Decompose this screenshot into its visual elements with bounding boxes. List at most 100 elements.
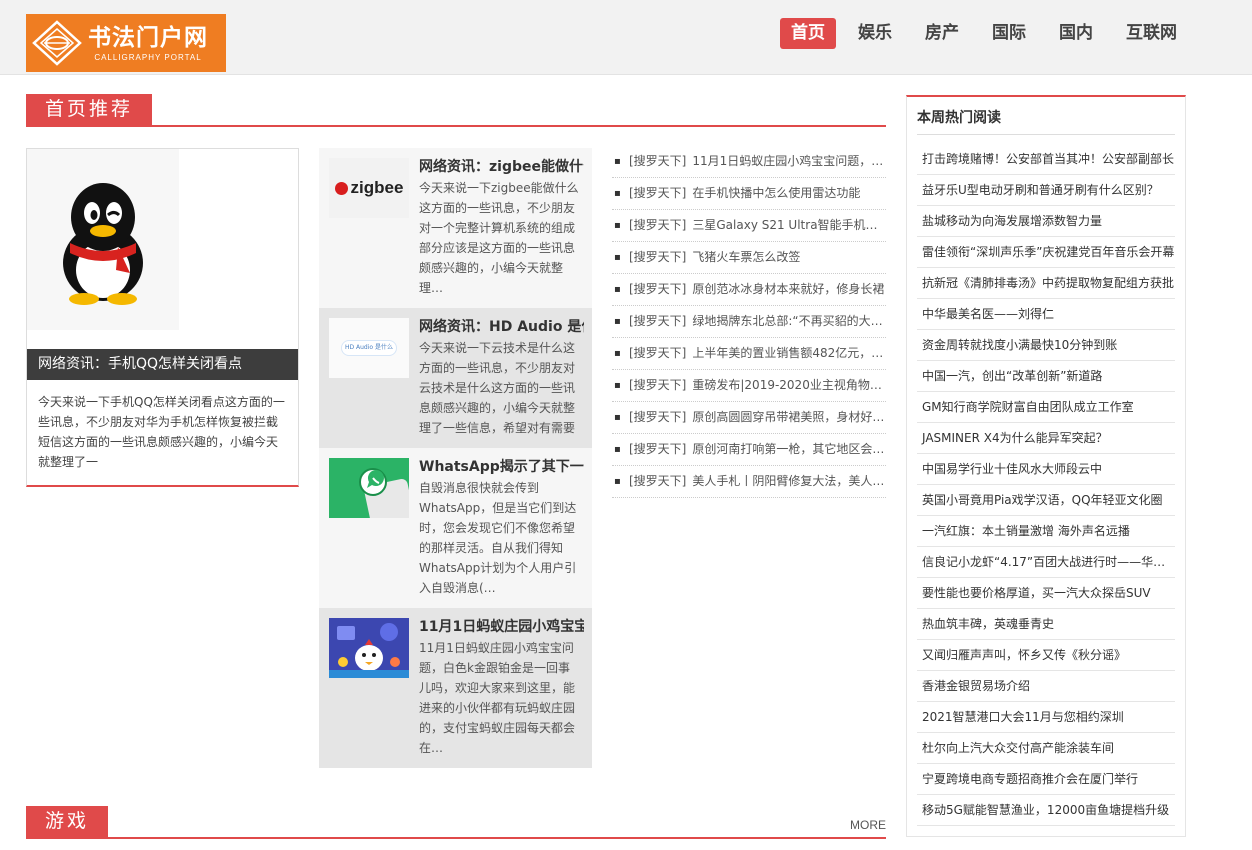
logo-emblem-icon: [28, 16, 86, 70]
hot-reading-item[interactable]: 热血筑丰碑，英魂垂青史: [917, 609, 1175, 640]
hot-reading-item[interactable]: 一汽红旗：本土销量激增 海外声名远播: [917, 516, 1175, 547]
bullet-icon: ▪: [614, 252, 621, 263]
link-text: 绿地揭牌东北总部:“不再买貂的大东北”: [692, 314, 886, 328]
news-item-desc: 今天来说一下云技术是什么这方面的一些讯息，不少朋友对云技术是什么这方面的一些讯息…: [419, 341, 576, 435]
zigbee-logo-text: zigbee: [350, 178, 404, 197]
news-item-title[interactable]: WhatsApp揭示了其下一个: [419, 458, 584, 476]
nav-item-home[interactable]: 首页: [780, 18, 836, 49]
headline-link[interactable]: ▪ [搜罗天下] 绿地揭牌东北总部:“不再买貂的大东北”: [612, 306, 886, 338]
news-item-title[interactable]: 网络资讯：zigbee能做什么: [419, 158, 584, 176]
link-text: 飞猪火车票怎么改签: [692, 250, 801, 264]
hot-reading-item[interactable]: 英国小哥竟用Pia戏学汉语，QQ年轻亚文化圈: [917, 485, 1175, 516]
link-text: 三星Galaxy S21 Ultra智能手机曝光: [692, 218, 886, 232]
hot-reading-item[interactable]: 益牙乐U型电动牙刷和普通牙刷有什么区别？: [917, 175, 1175, 206]
hot-reading-item[interactable]: 又闻归雁声声叫，怀乡又传《秋分谣》: [917, 640, 1175, 671]
headline-link[interactable]: ▪ [搜罗天下] 在手机快播中怎么使用雷达功能: [612, 178, 886, 210]
news-item-desc: 11月1日蚂蚁庄园小鸡宝宝问题，白色k金跟铂金是一回事儿吗，欢迎大家来到这里，能…: [419, 641, 576, 755]
link-text: 原创范冰冰身材本来就好，修身长裙: [692, 282, 885, 296]
site-logo[interactable]: 书法门户网 CALLIGRAPHY PORTAL: [26, 14, 226, 72]
hot-reading-item[interactable]: 盐城移动为向海发展增添数智力量: [917, 206, 1175, 237]
nav-item-international[interactable]: 国际: [981, 18, 1037, 49]
recommend-section-title: 首页推荐: [26, 94, 153, 125]
link-tag: [搜罗天下]: [629, 250, 687, 264]
whatsapp-thumbnail[interactable]: [329, 458, 409, 518]
headline-link[interactable]: ▪ [搜罗天下] 原创河南打响第一枪，其它地区会跟进吗: [612, 434, 886, 466]
news-item-title[interactable]: 网络资讯：HD Audio 是什么: [419, 318, 584, 336]
hd-audio-thumbnail[interactable]: HD Audio 是什么: [329, 318, 409, 378]
ant-farm-thumbnail[interactable]: [329, 618, 409, 678]
link-text: 原创河南打响第一枪，其它地区会跟进吗: [692, 442, 886, 456]
hot-reading-item[interactable]: 中国一汽，创出“改革创新”新道路: [917, 361, 1175, 392]
main-nav: 首页 娱乐 房产 国际 国内 互联网: [769, 18, 1188, 49]
hot-reading-item[interactable]: 中华最美名医——刘得仁: [917, 299, 1175, 330]
headline-link[interactable]: ▪ [搜罗天下] 美人手札丨阴阳臂修复大法，美人必备: [612, 466, 886, 498]
link-tag: [搜罗天下]: [629, 218, 687, 232]
hot-reading-item[interactable]: 香港金银贸易场介绍: [917, 671, 1175, 702]
featured-article[interactable]: 网络资讯：手机QQ怎样关闭看点 今天来说一下手机QQ怎样关闭看点这方面的一些讯息…: [26, 148, 299, 487]
hot-reading-item[interactable]: 移动5G赋能智慧渔业，12000亩鱼塘提档升级: [917, 795, 1175, 826]
hot-reading-item[interactable]: GM知行商学院财富自由团队成立工作室: [917, 392, 1175, 423]
games-more-link[interactable]: MORE: [850, 818, 886, 832]
games-section-title: 游戏: [26, 806, 109, 837]
nav-item-internet[interactable]: 互联网: [1115, 18, 1188, 49]
link-text: 在手机快播中怎么使用雷达功能: [692, 186, 861, 200]
news-item[interactable]: HD Audio 是什么 网络资讯：HD Audio 是什么 今天来说一下云技术…: [319, 308, 592, 468]
news-item-title[interactable]: 11月1日蚂蚁庄园小鸡宝宝: [419, 618, 584, 636]
hot-reading-list: 打击跨境赌博！公安部首当其冲！公安部副部长 益牙乐U型电动牙刷和普通牙刷有什么区…: [917, 144, 1175, 826]
hd-audio-label: HD Audio 是什么: [341, 340, 397, 356]
qq-penguin-image[interactable]: [27, 149, 179, 330]
link-tag: [搜罗天下]: [629, 410, 687, 424]
hot-reading-item[interactable]: 打击跨境赌博！公安部首当其冲！公安部副部长: [917, 144, 1175, 175]
headline-link[interactable]: ▪ [搜罗天下] 原创范冰冰身材本来就好，修身长裙: [612, 274, 886, 306]
link-tag: [搜罗天下]: [629, 154, 687, 168]
link-tag: [搜罗天下]: [629, 186, 687, 200]
hot-reading-item[interactable]: 雷佳领衔“深圳声乐季”庆祝建党百年音乐会开幕: [917, 237, 1175, 268]
featured-article-title[interactable]: 网络资讯：手机QQ怎样关闭看点: [27, 349, 298, 380]
recommend-section-header: 首页推荐: [26, 94, 886, 127]
logo-subtitle: CALLIGRAPHY PORTAL: [94, 52, 202, 62]
bullet-icon: ▪: [614, 380, 621, 391]
link-tag: [搜罗天下]: [629, 282, 687, 296]
hot-reading-item[interactable]: 信良记小龙虾“4.17”百团大战进行时——华东站: [917, 547, 1175, 578]
headline-link[interactable]: ▪ [搜罗天下] 11月1日蚂蚁庄园小鸡宝宝问题，白色k金跟铂金是一回事儿吗: [612, 146, 886, 178]
bullet-icon: ▪: [614, 348, 621, 359]
bullet-icon: ▪: [614, 316, 621, 327]
nav-item-entertainment[interactable]: 娱乐: [847, 18, 903, 49]
link-text: 原创高圆圆穿吊带裙美照，身材好到爆: [692, 410, 886, 424]
hot-reading-item[interactable]: 资金周转就找度小满最快10分钟到账: [917, 330, 1175, 361]
logo-title: 书法门户网: [88, 23, 208, 51]
headline-link[interactable]: ▪ [搜罗天下] 上半年美的置业销售额482亿元，同比增长: [612, 338, 886, 370]
hot-reading-item[interactable]: 要性能也要价格厚道，买一汽大众探岳SUV: [917, 578, 1175, 609]
link-text: 美人手札丨阴阳臂修复大法，美人必备: [692, 474, 886, 488]
headline-link[interactable]: ▪ [搜罗天下] 原创高圆圆穿吊带裙美照，身材好到爆: [612, 402, 886, 434]
news-item[interactable]: zigbee 网络资讯：zigbee能做什么 今天来说一下zigbee能做什么这…: [319, 148, 592, 308]
link-tag: [搜罗天下]: [629, 314, 687, 328]
news-item[interactable]: WhatsApp揭示了其下一个 自毁消息很快就会传到WhatsApp，但是当它们…: [319, 448, 592, 608]
sidebar-title: 本周热门阅读: [917, 110, 1001, 126]
link-tag: [搜罗天下]: [629, 346, 687, 360]
news-item-desc: 今天来说一下zigbee能做什么这方面的一些讯息，不少朋友对一个完整计算机系统的…: [419, 181, 579, 295]
sidebar-divider: [917, 134, 1175, 135]
headline-link[interactable]: ▪ [搜罗天下] 飞猪火车票怎么改签: [612, 242, 886, 274]
bullet-icon: ▪: [614, 444, 621, 455]
headline-link[interactable]: ▪ [搜罗天下] 重磅发布|2019-2020业主视角物业服务: [612, 370, 886, 402]
hot-reading-item[interactable]: 杜尔向上汽大众交付高产能涂装车间: [917, 733, 1175, 764]
hot-reading-item[interactable]: 抗新冠《清肺排毒汤》中药提取物复配组方获批: [917, 268, 1175, 299]
news-item[interactable]: 11月1日蚂蚁庄园小鸡宝宝 11月1日蚂蚁庄园小鸡宝宝问题，白色k金跟铂金是一回…: [319, 608, 592, 768]
headline-link[interactable]: ▪ [搜罗天下] 三星Galaxy S21 Ultra智能手机曝光: [612, 210, 886, 242]
site-header: 书法门户网 CALLIGRAPHY PORTAL 首页 娱乐 房产 国际 国内 …: [0, 0, 1252, 75]
link-text: 11月1日蚂蚁庄园小鸡宝宝问题，白色k金跟铂金是一回事儿吗: [692, 154, 886, 168]
nav-item-domestic[interactable]: 国内: [1048, 18, 1104, 49]
hot-reading-item[interactable]: JASMINER X4为什么能异军突起？: [917, 423, 1175, 454]
bullet-icon: ▪: [614, 156, 621, 167]
hot-reading-item[interactable]: 宁夏跨境电商专题招商推介会在厦门举行: [917, 764, 1175, 795]
hot-reading-item[interactable]: 中国易学行业十佳风水大师段云中: [917, 454, 1175, 485]
nav-item-realestate[interactable]: 房产: [914, 18, 970, 49]
featured-article-desc: 今天来说一下手机QQ怎样关闭看点这方面的一些讯息，不少朋友对华为手机怎样恢复被拦…: [38, 395, 285, 469]
hot-reading-item[interactable]: 2021智慧港口大会11月与您相约深圳: [917, 702, 1175, 733]
zigbee-thumbnail[interactable]: zigbee: [329, 158, 409, 218]
link-tag: [搜罗天下]: [629, 474, 687, 488]
hot-reading-sidebar: 本周热门阅读 打击跨境赌博！公安部首当其冲！公安部副部长 益牙乐U型电动牙刷和普…: [906, 95, 1186, 837]
link-text: 上半年美的置业销售额482亿元，同比增长: [692, 346, 886, 360]
bullet-icon: ▪: [614, 220, 621, 231]
